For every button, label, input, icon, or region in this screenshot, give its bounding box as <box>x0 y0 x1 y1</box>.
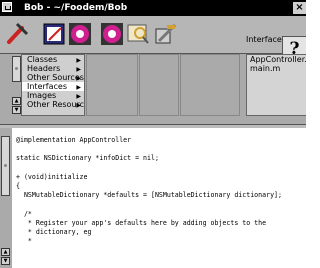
category-label: Headers <box>27 64 61 73</box>
category-label: Classes <box>27 55 58 64</box>
expand-arrow-icon: ▶ <box>76 84 81 91</box>
debug-button[interactable] <box>98 20 126 48</box>
clean-icon <box>155 23 177 44</box>
category-label: Other Sources <box>27 73 84 82</box>
file-item[interactable]: main.m <box>247 64 306 73</box>
browser-vertical-scroller[interactable]: ▲ ▼ <box>11 54 21 116</box>
run-icon <box>69 23 91 45</box>
browser-column-empty[interactable] <box>86 54 138 116</box>
expand-arrow-icon: ▶ <box>76 75 81 82</box>
scroll-up-button[interactable]: ▲ <box>1 248 10 256</box>
find-icon <box>127 24 149 44</box>
category-item[interactable]: Other Resource ▶ <box>22 100 84 109</box>
expand-arrow-icon: ▶ <box>76 102 81 109</box>
current-section-label: Interfaces <box>246 35 286 44</box>
category-item[interactable]: Classes ▶ <box>22 55 84 64</box>
category-label: Interfaces <box>27 82 67 91</box>
category-item[interactable]: Images ▶ <box>22 91 84 100</box>
scroll-down-button[interactable]: ▼ <box>1 257 10 265</box>
category-item[interactable]: Headers ▶ <box>22 64 84 73</box>
category-item[interactable]: Other Sources ▶ <box>22 73 84 82</box>
category-label: Images <box>27 91 57 100</box>
browser-horizontal-scroller[interactable] <box>21 116 306 124</box>
expand-arrow-icon: ▶ <box>76 57 81 64</box>
debug-icon <box>101 23 123 45</box>
build-button[interactable] <box>3 20 31 48</box>
expand-arrow-icon: ▶ <box>76 93 81 100</box>
expand-arrow-icon: ▶ <box>76 66 81 73</box>
title-bar[interactable]: Bob - ~/Foodem/Bob × <box>0 0 306 16</box>
close-button[interactable]: × <box>293 2 306 14</box>
miniaturize-button[interactable] <box>2 2 12 12</box>
editor-scroll-knob[interactable] <box>1 136 10 196</box>
browser-column-empty[interactable] <box>139 54 179 116</box>
run-button[interactable] <box>66 20 94 48</box>
window-title: Bob - ~/Foodem/Bob <box>24 3 128 13</box>
source-text[interactable]: @implementation AppController static NSD… <box>16 136 282 246</box>
build-icon <box>7 22 29 44</box>
browser-column-empty[interactable] <box>180 54 240 116</box>
edit-icon <box>43 23 65 45</box>
toolbar: Interfaces ? <box>0 16 306 61</box>
scroll-down-button[interactable]: ▼ <box>12 106 21 114</box>
scroll-up-button[interactable]: ▲ <box>12 97 21 105</box>
category-column: Classes ▶ Headers ▶ Other Sources ▶ Inte… <box>21 54 85 116</box>
browser-scroll-knob[interactable] <box>12 56 21 82</box>
clean-button[interactable] <box>152 20 180 48</box>
file-column: AppController.m main.m <box>246 54 306 116</box>
file-browser: ▲ ▼ Classes ▶ Headers ▶ Other Sources ▶ … <box>0 54 306 124</box>
project-window: Bob - ~/Foodem/Bob × Interfaces ? ▲ ▼ Cl… <box>0 0 306 268</box>
find-button[interactable] <box>124 20 152 48</box>
editor-vertical-scroller[interactable]: ▲ ▼ <box>0 128 11 268</box>
file-item[interactable]: AppController.m <box>247 55 306 64</box>
code-editor[interactable]: @implementation AppController static NSD… <box>12 128 306 268</box>
category-item-selected[interactable]: Interfaces ▶ <box>22 82 84 91</box>
edit-button[interactable] <box>40 20 68 48</box>
